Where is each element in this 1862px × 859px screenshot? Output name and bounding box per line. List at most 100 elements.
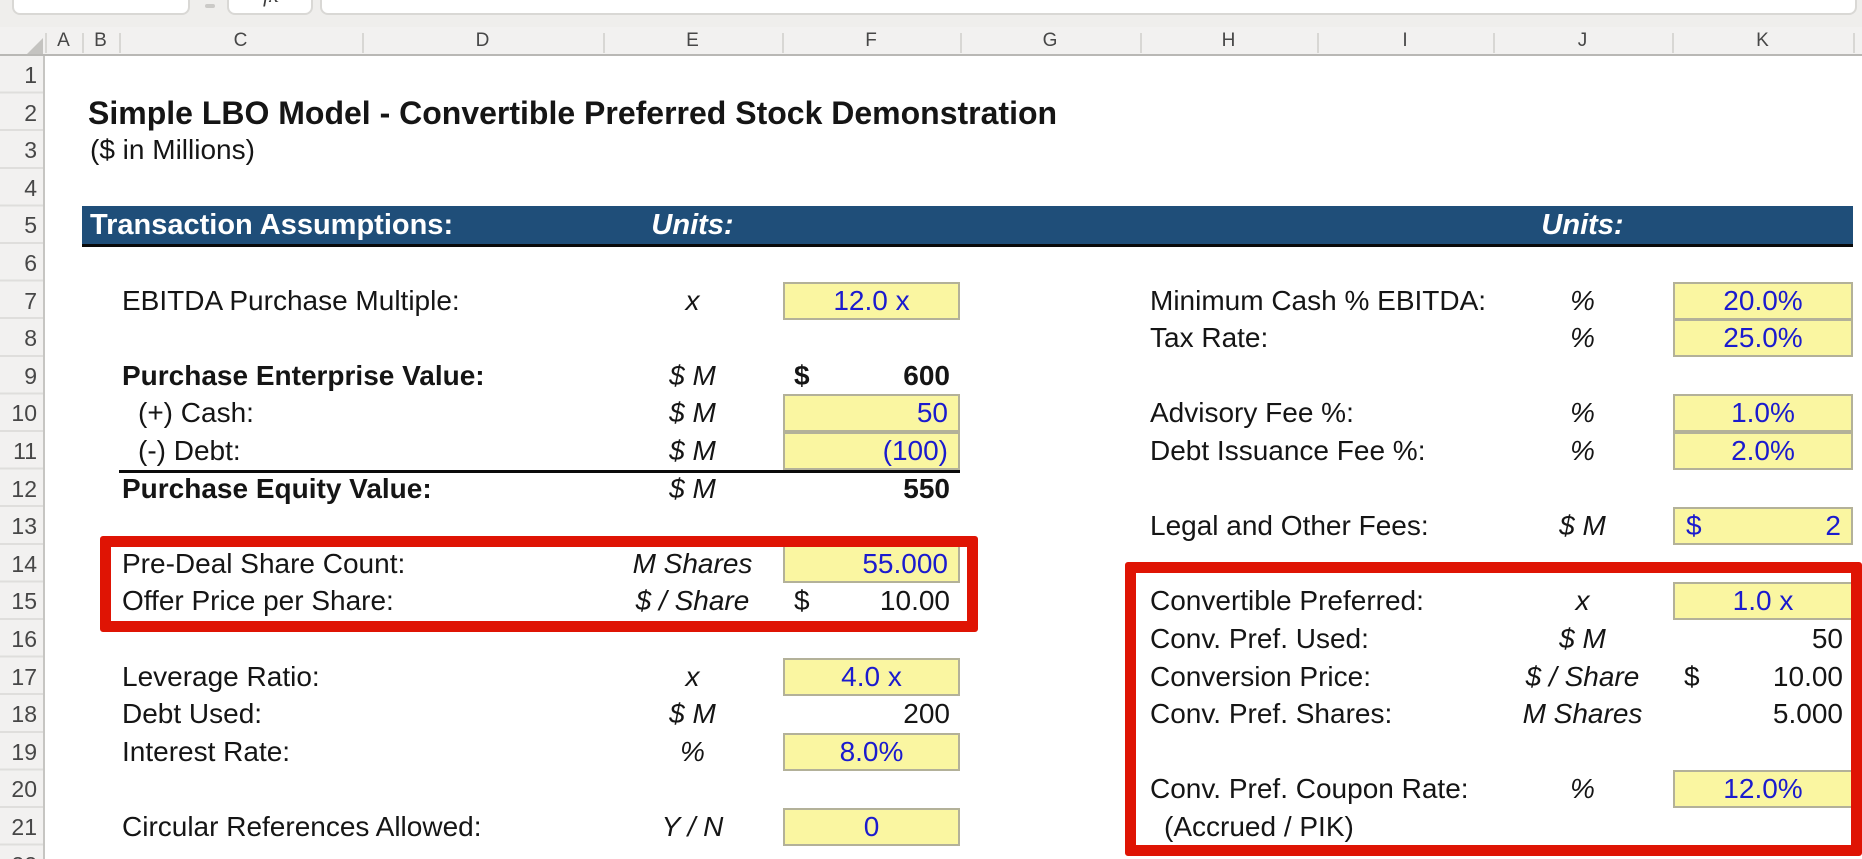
formula-input[interactable] [320, 0, 1857, 15]
units-header-right: Units: [1493, 206, 1672, 244]
row-header-7[interactable]: 7 [0, 282, 37, 320]
cell-debt-used[interactable]: 200 [783, 695, 960, 733]
unit-minimum-cash-pct-ebitda: % [1493, 282, 1672, 320]
input-circular-references-allowed[interactable]: 0 [783, 808, 960, 846]
row-header-16[interactable]: 16 [0, 620, 37, 658]
column-separator [960, 33, 962, 53]
row-header-1[interactable]: 1 [0, 56, 37, 94]
label-leverage-ratio: Leverage Ratio: [122, 658, 320, 696]
column-separator [1672, 33, 1674, 53]
input-minimum-cash-pct-ebitda[interactable]: 20.0% [1673, 282, 1853, 320]
column-separator [362, 33, 364, 53]
unit-interest-rate: % [603, 733, 782, 771]
row-header-18[interactable]: 18 [0, 695, 37, 733]
label-purchase-equity-value: Purchase Equity Value: [122, 470, 432, 508]
column-header-H[interactable]: H [1140, 27, 1317, 54]
cell-value: 2 [1825, 510, 1841, 542]
excel-spreadsheet: fx A B C D E F G H I J K 1 2 3 4 5 6 7 8… [0, 0, 1862, 859]
row-header-2[interactable]: 2 [0, 94, 37, 132]
column-separator [782, 33, 784, 53]
label-interest-rate: Interest Rate: [122, 733, 290, 771]
label-legal-and-other-fees: Legal and Other Fees: [1150, 507, 1429, 545]
label-minimum-cash-pct-ebitda: Minimum Cash % EBITDA: [1150, 282, 1486, 320]
label-circular-references-allowed: Circular References Allowed: [122, 808, 482, 846]
row-header-19[interactable]: 19 [0, 733, 37, 771]
label-purchase-enterprise-value: Purchase Enterprise Value: [122, 357, 485, 395]
unit-minus-debt: $ M [603, 432, 782, 470]
column-header-I[interactable]: I [1317, 27, 1493, 54]
fx-icon: fx [263, 0, 279, 8]
highlight-box-convertible-preferred [1125, 562, 1862, 856]
column-header-A[interactable]: A [45, 27, 82, 54]
unit-purchase-equity-value: $ M [603, 470, 782, 508]
input-tax-rate[interactable]: 25.0% [1673, 319, 1853, 357]
column-separator [82, 33, 84, 53]
column-header-J[interactable]: J [1493, 27, 1672, 54]
input-legal-and-other-fees[interactable]: $ 2 [1673, 507, 1853, 545]
input-ebitda-purchase-multiple[interactable]: 12.0 x [783, 282, 960, 320]
row-header-17[interactable]: 17 [0, 658, 37, 696]
unit-ebitda-purchase-multiple: x [603, 282, 782, 320]
label-debt-issuance-fee-pct: Debt Issuance Fee %: [1150, 432, 1425, 470]
row-header-10[interactable]: 10 [0, 394, 37, 432]
row-header-4[interactable]: 4 [0, 169, 37, 207]
column-separator [603, 33, 605, 53]
row-header-22[interactable]: 22 [0, 846, 37, 859]
cell-value: 600 [903, 360, 950, 392]
formula-bar-strip: fx [0, 0, 1862, 27]
column-header-D[interactable]: D [362, 27, 603, 54]
input-debt-issuance-fee-pct[interactable]: 2.0% [1673, 432, 1853, 470]
column-header-K[interactable]: K [1672, 27, 1853, 54]
column-separator [1493, 33, 1495, 53]
column-separator [1853, 33, 1855, 53]
page-subtitle: ($ in Millions) [90, 131, 255, 169]
section-title: Transaction Assumptions: [90, 206, 453, 244]
name-box[interactable] [12, 0, 190, 15]
column-separator [119, 33, 121, 53]
row-header-12[interactable]: 12 [0, 470, 37, 508]
formula-bar-divider [205, 4, 215, 8]
column-header-E[interactable]: E [603, 27, 782, 54]
column-header-B[interactable]: B [82, 27, 119, 54]
column-separator [1317, 33, 1319, 53]
select-all-corner-icon[interactable] [27, 38, 43, 54]
section-header-bar: Transaction Assumptions: Units: Units: [82, 206, 1853, 247]
cell-purchase-equity-value[interactable]: 550 [783, 470, 960, 508]
label-plus-cash: (+) Cash: [138, 394, 254, 432]
unit-debt-issuance-fee-pct: % [1493, 432, 1672, 470]
row-header-5[interactable]: 5 [0, 206, 37, 244]
units-header-left: Units: [603, 206, 782, 244]
row-header-9[interactable]: 9 [0, 357, 37, 395]
row-header-6[interactable]: 6 [0, 244, 37, 282]
label-advisory-fee-pct: Advisory Fee %: [1150, 394, 1354, 432]
row-header-14[interactable]: 14 [0, 545, 37, 583]
unit-purchase-enterprise-value: $ M [603, 357, 782, 395]
label-tax-rate: Tax Rate: [1150, 319, 1268, 357]
row-header-21[interactable]: 21 [0, 808, 37, 846]
row-header-15[interactable]: 15 [0, 582, 37, 620]
label-ebitda-purchase-multiple: EBITDA Purchase Multiple: [122, 282, 460, 320]
unit-legal-and-other-fees: $ M [1493, 507, 1672, 545]
currency-symbol: $ [794, 360, 810, 392]
column-header-F[interactable]: F [782, 27, 960, 54]
unit-debt-used: $ M [603, 695, 782, 733]
unit-plus-cash: $ M [603, 394, 782, 432]
column-separator [1140, 33, 1142, 53]
row-header-20[interactable]: 20 [0, 770, 37, 808]
row-header-3[interactable]: 3 [0, 131, 37, 169]
input-debt[interactable]: (100) [783, 432, 960, 470]
row-header-11[interactable]: 11 [0, 432, 37, 470]
column-header-C[interactable]: C [119, 27, 362, 54]
cell-purchase-enterprise-value[interactable]: $ 600 [783, 357, 960, 395]
input-interest-rate[interactable]: 8.0% [783, 733, 960, 771]
input-leverage-ratio[interactable]: 4.0 x [783, 658, 960, 696]
label-debt-used: Debt Used: [122, 695, 262, 733]
row-header-13[interactable]: 13 [0, 507, 37, 545]
unit-tax-rate: % [1493, 319, 1672, 357]
column-separator [45, 33, 47, 53]
input-advisory-fee-pct[interactable]: 1.0% [1673, 394, 1853, 432]
input-cash[interactable]: 50 [783, 394, 960, 432]
insert-function-button[interactable]: fx [227, 0, 313, 15]
column-header-G[interactable]: G [960, 27, 1140, 54]
row-header-8[interactable]: 8 [0, 319, 37, 357]
